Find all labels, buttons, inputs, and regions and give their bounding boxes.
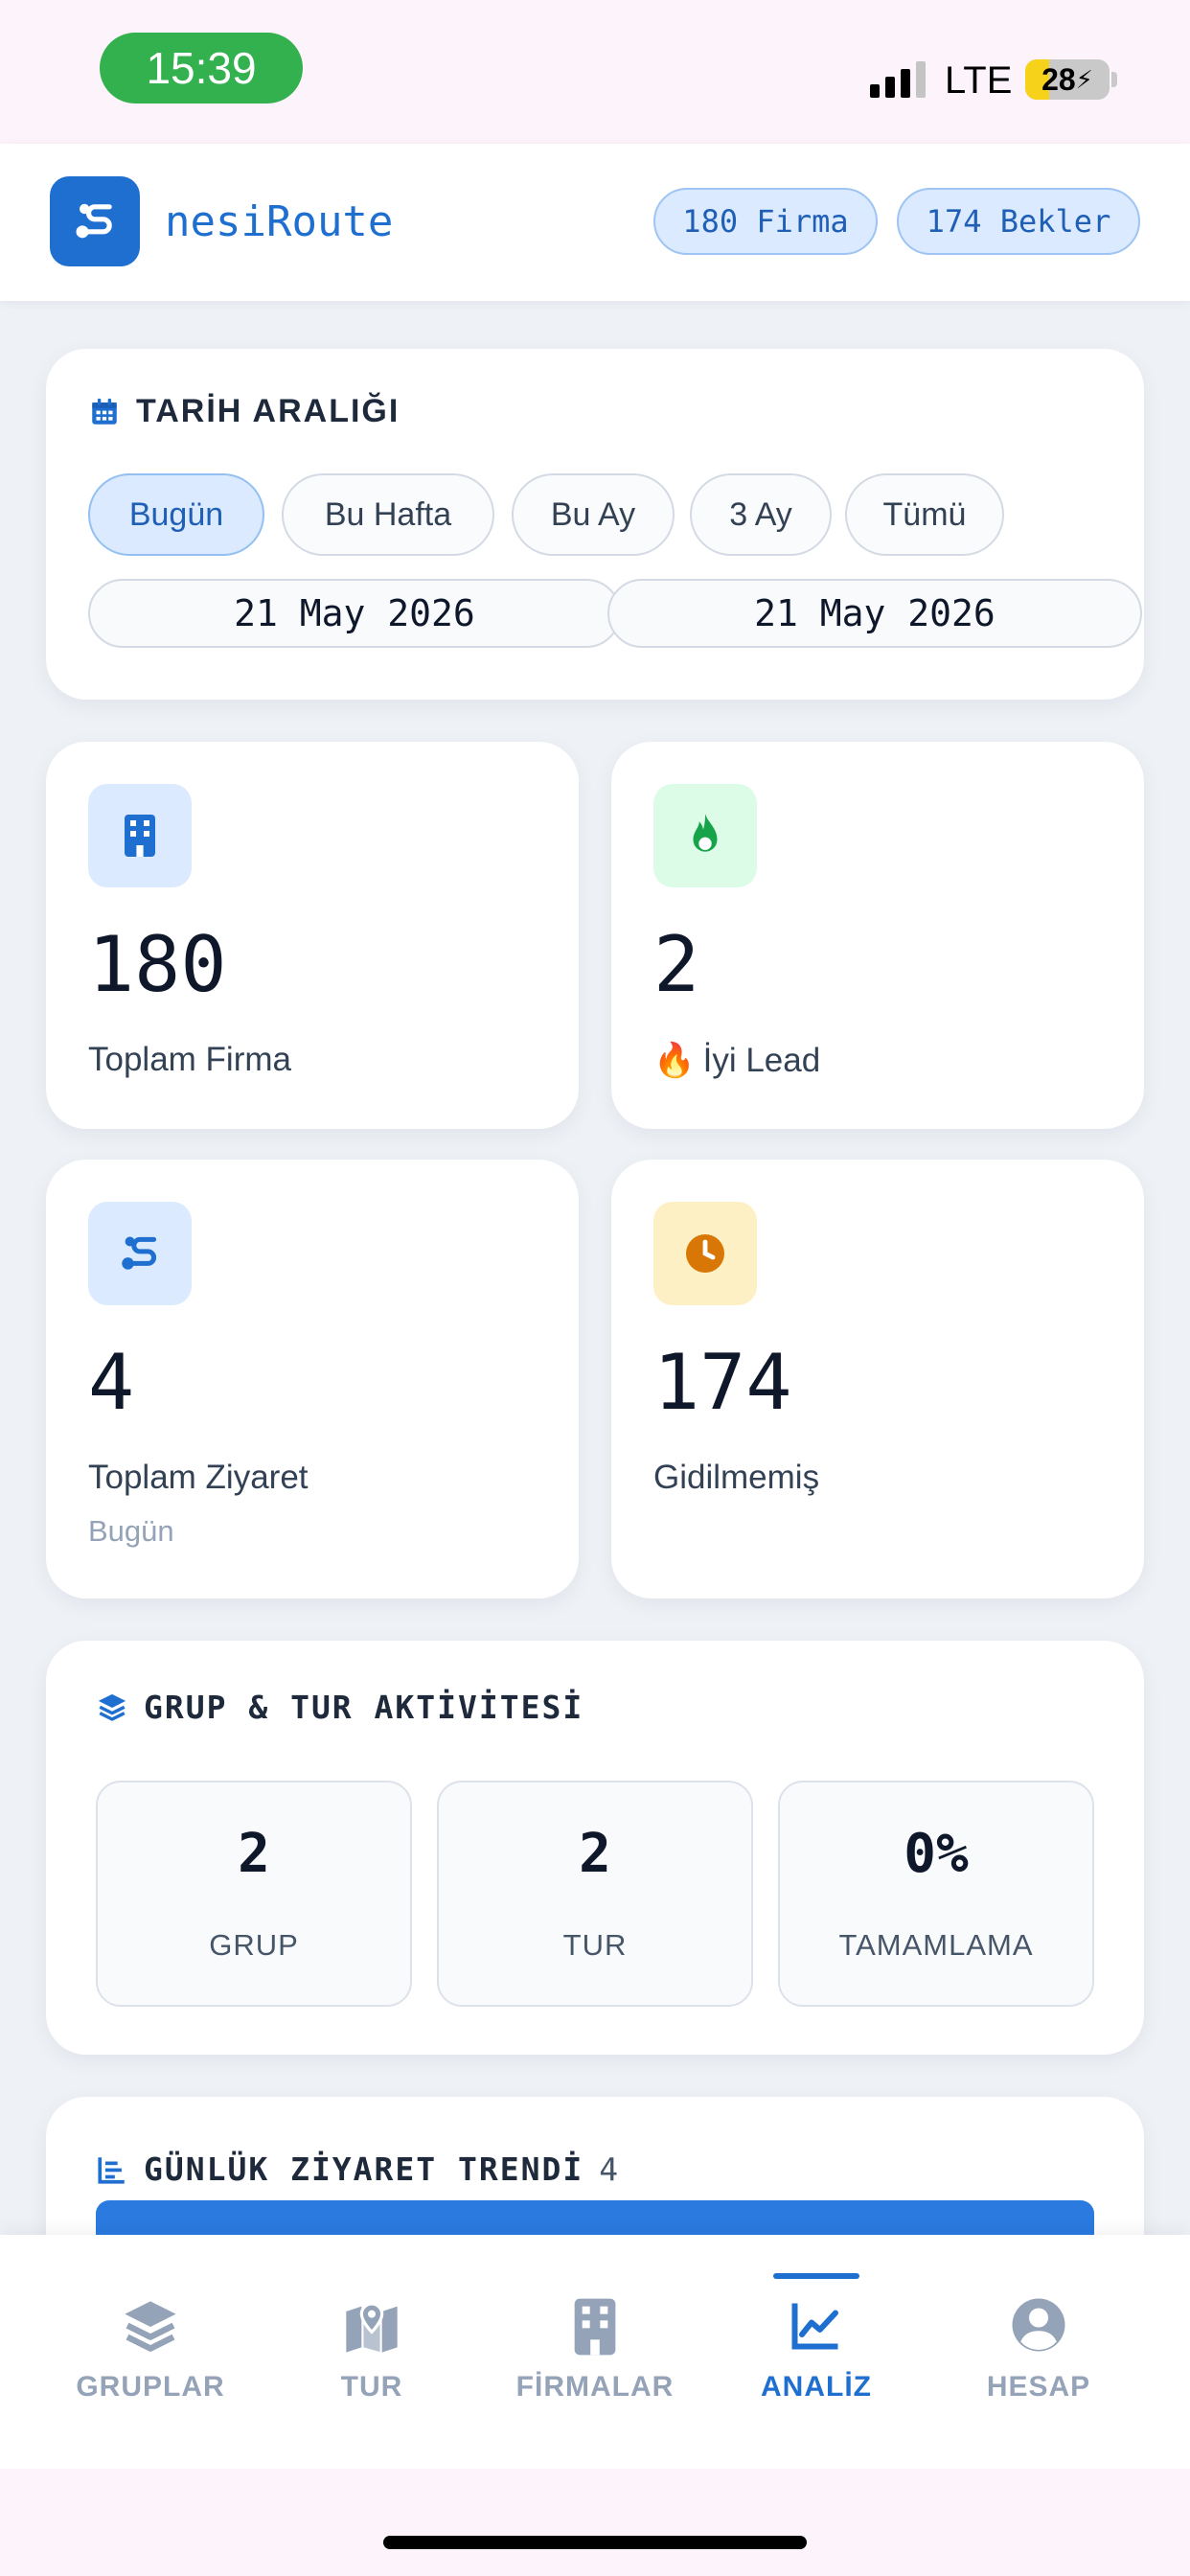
- preset-chip-this-month[interactable]: Bu Ay: [512, 473, 675, 556]
- line-chart-icon-svg: [791, 2303, 838, 2350]
- good-leads-label: 🔥 İyi Lead: [653, 1041, 820, 1080]
- building-icon-svg: [574, 2298, 616, 2356]
- clock-icon: [653, 1202, 757, 1305]
- group-tour-title-text: GRUP & TUR AKTİVİTESİ: [144, 1689, 584, 1726]
- app-name: nesiRoute: [165, 197, 394, 246]
- home-indicator-area: [0, 2469, 1190, 2576]
- user-avatar-icon-svg: [1012, 2298, 1065, 2352]
- daily-trend-title: GÜNLÜK ZİYARET TRENDİ 4: [96, 2150, 618, 2188]
- layers-icon: [32, 2296, 269, 2359]
- clock-icon-svg: [686, 1234, 724, 1273]
- line-chart-icon: [698, 2296, 935, 2359]
- nav-tab-firms[interactable]: FİRMALAR: [476, 2235, 714, 2469]
- not-visited-label: Gidilmemiş: [653, 1459, 819, 1497]
- end-date-field[interactable]: 21 May 2026: [607, 579, 1142, 648]
- stat-card-good-leads[interactable]: 2 🔥 İyi Lead: [611, 742, 1144, 1129]
- fire-icon: [653, 784, 757, 887]
- home-indicator[interactable]: [383, 2536, 807, 2549]
- nav-label-account: HESAP: [986, 2371, 1091, 2403]
- nav-tab-account[interactable]: HESAP: [920, 2235, 1157, 2469]
- total-visits-label-text: Toplam Ziyaret: [88, 1459, 309, 1496]
- total-firms-value: 180: [88, 920, 227, 1009]
- battery-icon: 28 ⚡: [1025, 59, 1110, 100]
- preset-chip-this-week[interactable]: Bu Hafta: [282, 473, 494, 556]
- building-icon: [476, 2296, 714, 2359]
- not-visited-label-text: Gidilmemiş: [653, 1459, 820, 1496]
- completion-label: TAMAMLAMA: [838, 1928, 1034, 1962]
- firm-count-badge[interactable]: 180 Firma: [653, 188, 878, 255]
- stat-card-total-firms[interactable]: 180 Toplam Firma: [46, 742, 579, 1129]
- tour-count-value: 2: [579, 1823, 611, 1885]
- daily-trend-title-text: GÜNLÜK ZİYARET TRENDİ: [144, 2150, 584, 2188]
- total-visits-period: Bugün: [88, 1514, 174, 1548]
- tour-count-tile[interactable]: 2 TUR: [437, 1781, 753, 2007]
- calendar-icon: [92, 398, 117, 425]
- app-header: nesiRoute 180 Firma 174 Bekler: [0, 144, 1190, 301]
- preset-chip-3-months[interactable]: 3 Ay: [690, 473, 832, 556]
- nav-label-firms: FİRMALAR: [515, 2371, 675, 2403]
- group-tour-title: GRUP & TUR AKTİVİTESİ: [96, 1689, 584, 1726]
- bottom-navigation: GRUPLAR TUR FİRMALAR ANALİZ HESAP: [0, 2235, 1190, 2469]
- tour-count-label: TUR: [562, 1928, 628, 1962]
- group-tour-activity-card: GRUP & TUR AKTİVİTESİ 2 GRUP 2 TUR 0% TA…: [46, 1641, 1144, 2055]
- battery-cap: [1111, 72, 1117, 87]
- preset-chip-all[interactable]: Tümü: [845, 473, 1004, 556]
- nav-label-groups: GRUPLAR: [76, 2371, 225, 2403]
- preset-chip-today[interactable]: Bugün: [88, 473, 264, 556]
- app-logo-route-icon[interactable]: [50, 176, 140, 266]
- date-range-card: TARİH ARALIĞI Bugün Bu Hafta Bu Ay 3 Ay …: [46, 349, 1144, 700]
- route-icon: [76, 203, 112, 239]
- date-range-title: TARİH ARALIĞI: [88, 393, 400, 430]
- pending-count-badge[interactable]: 174 Bekler: [897, 188, 1140, 255]
- completion-tile[interactable]: 0% TAMAMLAMA: [778, 1781, 1094, 2007]
- not-visited-value: 174: [653, 1338, 792, 1427]
- signal-icon: [870, 61, 926, 98]
- fire-icon-svg: [693, 814, 718, 852]
- nav-tab-analysis[interactable]: ANALİZ: [698, 2235, 935, 2469]
- completion-value: 0%: [904, 1823, 969, 1885]
- status-time: 15:39: [100, 33, 303, 104]
- daily-trend-count: 4: [599, 2150, 619, 2188]
- start-date-field[interactable]: 21 May 2026: [88, 579, 621, 648]
- group-count-value: 2: [238, 1823, 270, 1885]
- group-count-tile[interactable]: 2 GRUP: [96, 1781, 412, 2007]
- nav-label-tour: TUR: [340, 2371, 403, 2403]
- building-icon: [88, 784, 192, 887]
- nav-tab-groups[interactable]: GRUPLAR: [32, 2235, 269, 2469]
- fire-emoji-icon: 🔥: [653, 1042, 696, 1079]
- nav-tab-tour[interactable]: TUR: [253, 2235, 491, 2469]
- route-icon: [88, 1202, 192, 1305]
- battery-level: 28 ⚡: [1041, 61, 1093, 97]
- total-firms-label: Toplam Firma: [88, 1041, 291, 1079]
- stat-card-not-visited[interactable]: 174 Gidilmemiş: [611, 1160, 1144, 1598]
- good-leads-value: 2: [653, 920, 700, 1009]
- good-leads-label-text: İyi Lead: [702, 1041, 821, 1079]
- total-visits-label: Toplam Ziyaret: [88, 1459, 309, 1497]
- layers-icon: [98, 1693, 126, 1721]
- map-pin-icon: [253, 2296, 491, 2359]
- active-tab-indicator: [773, 2273, 859, 2279]
- total-visits-value: 4: [88, 1338, 135, 1427]
- chart-bars-icon: [98, 2156, 125, 2184]
- building-icon-svg: [125, 815, 155, 857]
- nav-label-analysis: ANALİZ: [761, 2371, 872, 2403]
- layers-icon-svg: [125, 2301, 176, 2352]
- date-range-title-text: TARİH ARALIĞI: [136, 393, 400, 429]
- total-firms-label-text: Toplam Firma: [88, 1041, 291, 1078]
- status-bar: 15:39 LTE 28 ⚡: [0, 0, 1190, 144]
- route-icon-svg: [122, 1236, 157, 1270]
- user-avatar-icon: [920, 2296, 1157, 2359]
- group-count-label: GRUP: [209, 1928, 299, 1962]
- map-pin-icon-svg: [346, 2302, 398, 2353]
- stat-card-total-visits[interactable]: 4 Toplam Ziyaret Bugün: [46, 1160, 579, 1598]
- network-type: LTE: [945, 59, 1013, 102]
